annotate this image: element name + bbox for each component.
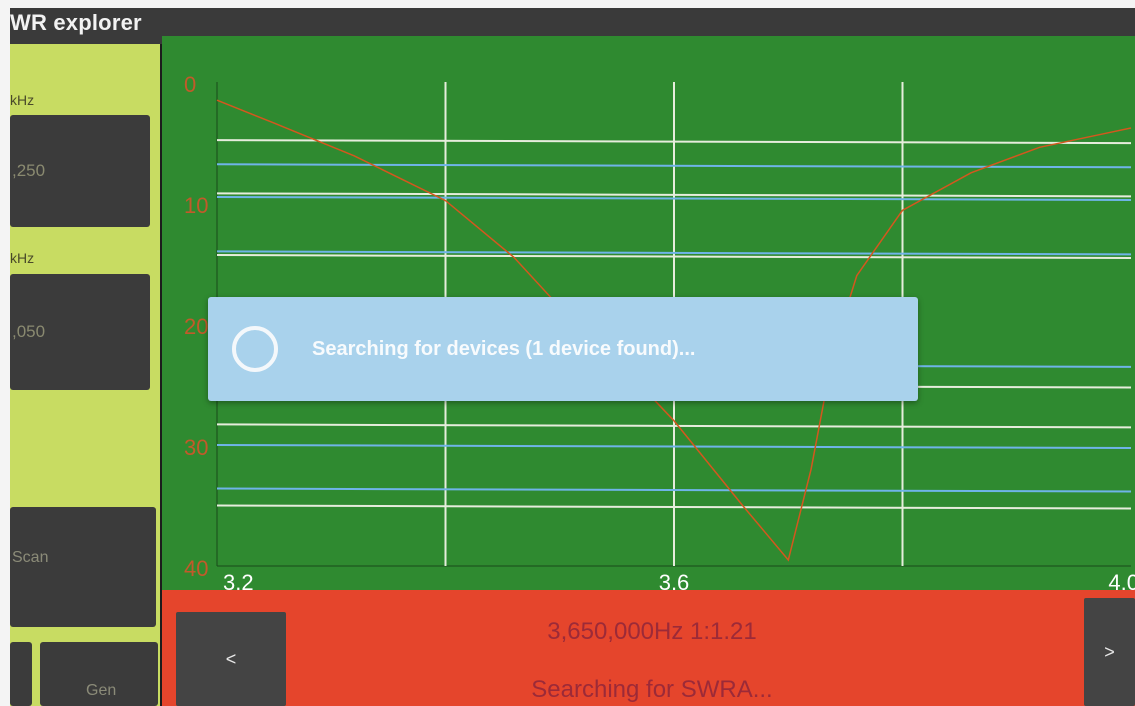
y-tick-label: 0 [184, 72, 196, 97]
y-tick-label: 10 [184, 193, 208, 218]
left-panel: kHz ,250 kHz ,050 Scan Gen [10, 44, 160, 706]
gen-button[interactable]: Gen [40, 642, 158, 706]
start-frequency-button[interactable]: ,250 [10, 115, 150, 227]
y-tick-label: 30 [184, 435, 208, 460]
start-frequency-unit: kHz [10, 92, 35, 108]
dialog-message: Searching for devices (1 device found)..… [312, 337, 696, 360]
app-screen: WR explorer kHz ,250 kHz ,050 Scan Gen 0… [10, 8, 1135, 706]
next-button[interactable]: > [1084, 598, 1135, 706]
frequency-readout: 3,650,000Hz 1:1.21 [547, 618, 757, 645]
end-frequency-unit: kHz [10, 250, 35, 266]
y-tick-label: 20 [184, 314, 208, 339]
app-title: WR explorer [10, 10, 142, 35]
bottom-status-bar: < 3,650,000Hz 1:1.21 Searching for SWRA.… [162, 590, 1135, 706]
status-message: Searching for SWRA... [531, 676, 773, 703]
progress-spinner-icon [232, 326, 278, 372]
searching-dialog: Searching for devices (1 device found)..… [208, 297, 918, 401]
scan-button[interactable]: Scan [10, 507, 156, 627]
left-aux-button[interactable] [10, 642, 32, 706]
y-tick-label: 40 [184, 556, 208, 581]
previous-button[interactable]: < [176, 612, 286, 706]
end-frequency-button[interactable]: ,050 [10, 274, 150, 390]
